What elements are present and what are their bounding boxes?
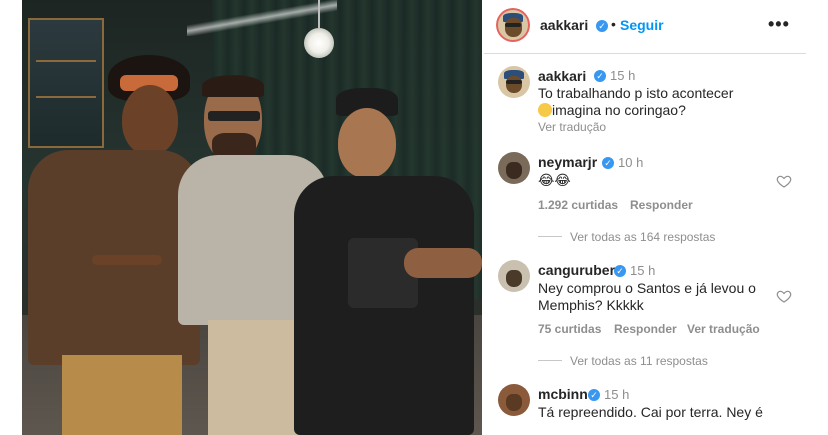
comment-text-line2: Memphis? Kkkkk bbox=[538, 297, 644, 313]
comment-likes[interactable]: 75 curtidas bbox=[538, 322, 601, 336]
caption-text-line2: imagina no coringao? bbox=[538, 101, 686, 119]
more-options-icon[interactable]: ••• bbox=[768, 14, 790, 35]
comment-username[interactable]: neymarjr bbox=[538, 154, 597, 170]
comment-reply-button[interactable]: Responder bbox=[630, 198, 693, 212]
comment-time: 15 h bbox=[630, 263, 656, 278]
follow-button[interactable]: Seguir bbox=[620, 17, 664, 33]
post-photo[interactable] bbox=[22, 0, 482, 435]
verified-badge-icon: ✓ bbox=[594, 70, 606, 82]
post-side-panel: aakkari ✓ • Seguir ••• aakkari ✓ 15 h To… bbox=[484, 0, 806, 435]
comment-translate-link[interactable]: Ver tradução bbox=[687, 322, 760, 336]
caption-username[interactable]: aakkari bbox=[538, 68, 586, 84]
verified-badge-icon: ✓ bbox=[614, 265, 626, 277]
replies-divider bbox=[538, 360, 562, 361]
pendant-lamp bbox=[304, 28, 334, 58]
verified-badge-icon: ✓ bbox=[588, 389, 600, 401]
caption-avatar[interactable] bbox=[498, 66, 530, 98]
author-avatar[interactable] bbox=[496, 8, 530, 42]
author-username[interactable]: aakkari bbox=[540, 17, 588, 33]
person-right bbox=[294, 88, 482, 435]
caption-text: imagina no coringao? bbox=[552, 102, 686, 118]
comment-text-line1: Tá repreendido. Cai por terra. Ney é bbox=[538, 404, 763, 420]
comment-avatar[interactable] bbox=[498, 260, 530, 292]
caption-time: 15 h bbox=[610, 68, 636, 83]
comment-text: 😂😂 bbox=[538, 172, 571, 188]
like-heart-icon[interactable] bbox=[776, 288, 792, 304]
separator-dot: • bbox=[611, 16, 616, 32]
comment-time: 15 h bbox=[604, 387, 630, 402]
comment-username[interactable]: mcbinn bbox=[538, 386, 588, 402]
caption-text-line1: To trabalhando p isto acontecer bbox=[538, 85, 734, 101]
verified-badge-icon: ✓ bbox=[596, 20, 608, 32]
post-header: aakkari ✓ • Seguir ••• bbox=[484, 0, 806, 54]
verified-badge-icon: ✓ bbox=[602, 157, 614, 169]
comment-time: 10 h bbox=[618, 155, 644, 170]
view-replies-link[interactable]: Ver todas as 11 respostas bbox=[570, 354, 708, 368]
view-replies-link[interactable]: Ver todas as 164 respostas bbox=[570, 230, 715, 244]
replies-divider bbox=[538, 236, 562, 237]
grimace-emoji-icon bbox=[538, 103, 552, 117]
comment-username[interactable]: canguruber bbox=[538, 262, 615, 278]
comment-reply-button[interactable]: Responder bbox=[614, 322, 677, 336]
comment-avatar[interactable] bbox=[498, 152, 530, 184]
lamp-cord bbox=[318, 0, 320, 28]
caption-translate-link[interactable]: Ver tradução bbox=[538, 120, 606, 134]
comment-avatar[interactable] bbox=[498, 384, 530, 416]
comment-likes[interactable]: 1.292 curtidas bbox=[538, 198, 618, 212]
like-heart-icon[interactable] bbox=[776, 173, 792, 189]
comment-text-line1: Ney comprou o Santos e já levou o bbox=[538, 280, 756, 296]
